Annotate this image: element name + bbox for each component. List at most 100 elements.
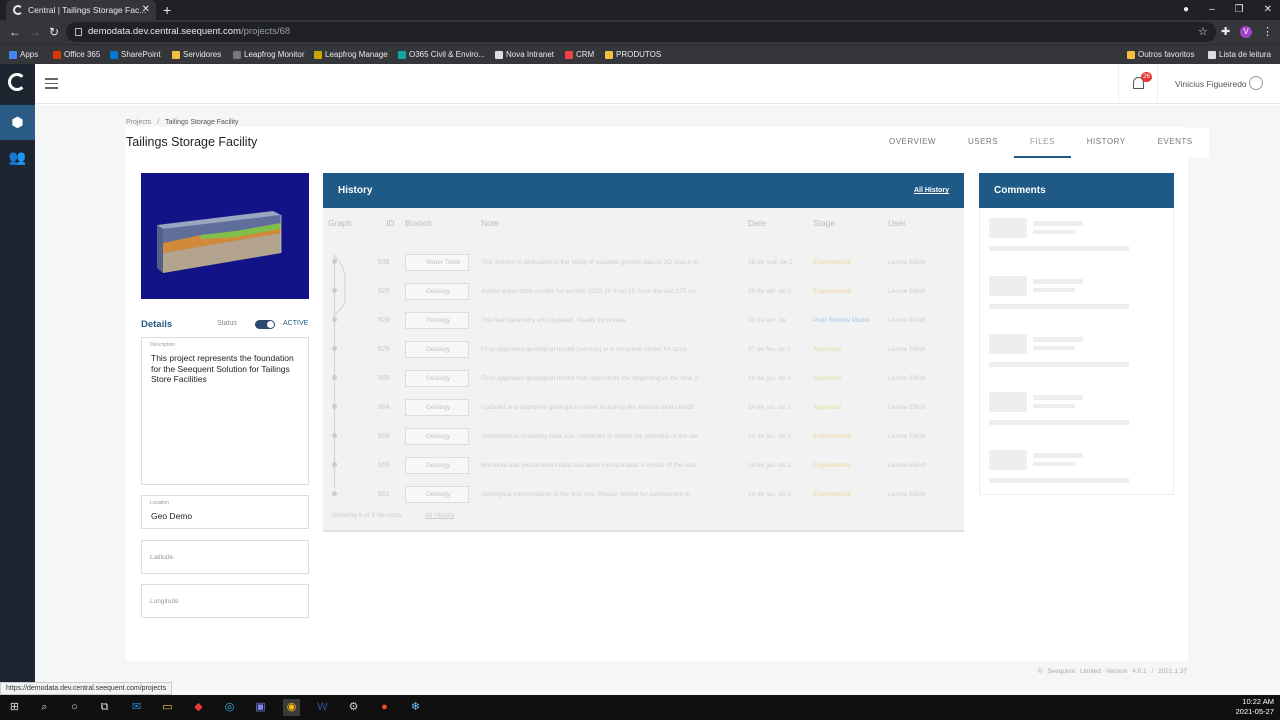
history-row[interactable]: 828 Geology The fault geometry and updated… xyxy=(323,306,964,335)
branch-chip[interactable]: Geology xyxy=(405,341,469,358)
comment-skeleton xyxy=(989,420,1129,425)
branch-chip[interactable]: Geology xyxy=(405,399,469,416)
settings-gear-icon[interactable]: ⚙ xyxy=(345,699,362,716)
bookmark-item[interactable]: PRODUTOS xyxy=(605,45,661,65)
version-id: 525 xyxy=(378,288,390,295)
teams-icon[interactable]: ▣ xyxy=(252,699,269,716)
history-row[interactable]: 525 Geology Added water table results for … xyxy=(323,277,964,306)
comment-skeleton xyxy=(989,218,1027,238)
history-row[interactable]: 555 Geology Borehole and piezometers data … xyxy=(323,451,964,480)
history-row[interactable]: 661 Geology Geological interpretation in t… xyxy=(323,480,964,509)
acrobat-icon[interactable]: ◆ xyxy=(190,699,207,716)
history-footer-link[interactable]: All History xyxy=(425,512,454,519)
extension-status-icon[interactable]: ● xyxy=(1183,0,1189,20)
bookmark-item[interactable]: CRM xyxy=(565,45,594,65)
search-icon[interactable]: ⌕ xyxy=(36,699,53,716)
bookmark-label: Servidores xyxy=(183,50,222,59)
bookmark-item[interactable]: Servidores xyxy=(172,45,221,65)
outlook-icon[interactable]: ✉ xyxy=(128,699,145,716)
notifications-button[interactable]: 26 xyxy=(1118,64,1158,104)
hamburger-menu-icon[interactable] xyxy=(45,78,58,89)
footer-company: © Seequent Limited xyxy=(1037,668,1101,675)
branch-chip[interactable]: Geology xyxy=(405,283,469,300)
maximize-icon[interactable]: ❐ xyxy=(1235,0,1244,20)
extensions-puzzle-icon[interactable]: ✚ xyxy=(1221,22,1230,42)
comment-skeleton xyxy=(989,450,1027,470)
system-clock[interactable]: 10:22 AM 2021-05-27 xyxy=(1236,697,1274,717)
edge-icon[interactable]: ◎ xyxy=(221,699,238,716)
all-history-link[interactable]: All History xyxy=(914,173,949,208)
bookmark-item[interactable]: Nova Intranet xyxy=(495,45,554,65)
tab-users[interactable]: USERS xyxy=(952,128,1014,158)
bookmark-item[interactable]: Office 365 xyxy=(53,45,100,65)
breadcrumb-projects-link[interactable]: Projects xyxy=(126,119,151,126)
bookmark-favicon-icon xyxy=(53,51,61,59)
user-account-icon[interactable] xyxy=(1249,76,1263,90)
main-content: Projects / Tailings Storage Facility Tai… xyxy=(35,105,1280,695)
latitude-field[interactable]: Latitude xyxy=(141,540,309,574)
history-count: Showing 9 of 9 Versions xyxy=(332,512,402,519)
history-col-stage: Stage xyxy=(813,218,836,228)
windows-start-icon[interactable]: ⊞ xyxy=(6,699,23,716)
graph-node xyxy=(332,346,337,351)
bookmark-item[interactable]: O365 Civil & Enviro... xyxy=(398,45,485,65)
tab-overview[interactable]: OVERVIEW xyxy=(873,128,952,158)
bookmark-item[interactable]: SharePoint xyxy=(110,45,161,65)
history-row[interactable]: 568 Geology Final approved geological mode… xyxy=(323,364,964,393)
browser-tab[interactable]: Central | Tailings Storage Fac... ✕ xyxy=(6,0,156,20)
description-label: Description xyxy=(150,342,176,348)
history-row[interactable]: 664 Geology Updated and approved geologica… xyxy=(323,393,964,422)
tab-events[interactable]: EVENTS xyxy=(1142,128,1209,158)
profile-avatar[interactable]: V xyxy=(1240,26,1252,38)
branch-chip[interactable]: Water Table xyxy=(405,254,469,271)
chrome-icon[interactable]: ◉ xyxy=(283,699,300,716)
comment-skeleton xyxy=(989,362,1129,367)
branch-chip[interactable]: Geology xyxy=(405,312,469,329)
address-bar[interactable]: demodata.dev.central.seequent.com/projec… xyxy=(66,22,1216,42)
bookmark-star-icon[interactable]: ☆ xyxy=(1198,22,1208,42)
bookmark-label: Lista de leitura xyxy=(1219,50,1272,59)
forward-arrow-icon[interactable]: → xyxy=(29,20,41,44)
comment-skeleton xyxy=(989,246,1129,251)
cortana-icon[interactable]: ○ xyxy=(66,699,83,716)
minimize-icon[interactable]: – xyxy=(1209,0,1215,20)
media-icon[interactable]: ● xyxy=(376,699,393,716)
task-view-icon[interactable]: ⧉ xyxy=(96,699,113,716)
projects-nav-icon[interactable]: ⬢ xyxy=(0,105,35,140)
history-row[interactable]: 576 Geology Final approved geological mode… xyxy=(323,335,964,364)
branch-chip[interactable]: Geology xyxy=(405,486,469,503)
file-explorer-icon[interactable]: ▭ xyxy=(159,699,176,716)
history-row[interactable]: 638 Water Table This branch is dedicated t… xyxy=(323,248,964,277)
central-logo-icon[interactable] xyxy=(8,73,26,91)
reading-list-icon xyxy=(1208,51,1216,59)
leapfrog-icon[interactable]: ❄ xyxy=(407,699,424,716)
bookmark-item[interactable]: Apps xyxy=(9,45,38,65)
description-field[interactable]: Description This project represents the … xyxy=(141,337,309,485)
status-toggle[interactable] xyxy=(255,320,275,329)
tab-history[interactable]: HISTORY xyxy=(1071,128,1142,158)
location-field[interactable]: Location Geo Demo xyxy=(141,495,309,529)
bookmark-item[interactable]: Leapfrog Manage xyxy=(314,45,388,65)
other-bookmarks[interactable]: Outros favoritos xyxy=(1127,45,1194,65)
branch-chip[interactable]: Geology xyxy=(405,428,469,445)
word-icon[interactable]: W xyxy=(314,699,331,716)
back-arrow-icon[interactable]: ← xyxy=(9,20,21,44)
history-row[interactable]: 668 Geology Geotechnical resistivity data … xyxy=(323,422,964,451)
branch-chip[interactable]: Geology xyxy=(405,370,469,387)
close-window-icon[interactable]: ✕ xyxy=(1264,0,1272,20)
users-nav-icon[interactable]: 👥 xyxy=(0,140,35,175)
bookmark-item[interactable]: Leapfrog Monitor xyxy=(233,45,304,65)
stage-label: Experimental xyxy=(813,462,851,469)
version-note: Borehole and piezometers data has been i… xyxy=(481,462,697,469)
comment-skeleton xyxy=(1033,346,1075,350)
reading-list[interactable]: Lista de leitura xyxy=(1208,45,1271,65)
reload-icon[interactable]: ↻ xyxy=(49,20,59,44)
close-tab-icon[interactable]: ✕ xyxy=(142,0,150,20)
new-tab-button[interactable]: + xyxy=(163,0,171,20)
branch-chip[interactable]: Geology xyxy=(405,457,469,474)
user-name[interactable]: Vinicius Figueiredo xyxy=(1175,64,1247,104)
browser-menu-icon[interactable]: ⋮ xyxy=(1262,22,1273,42)
tab-files[interactable]: FILES xyxy=(1014,128,1071,158)
longitude-field[interactable]: Longitude xyxy=(141,584,309,618)
version-id: 576 xyxy=(378,346,390,353)
